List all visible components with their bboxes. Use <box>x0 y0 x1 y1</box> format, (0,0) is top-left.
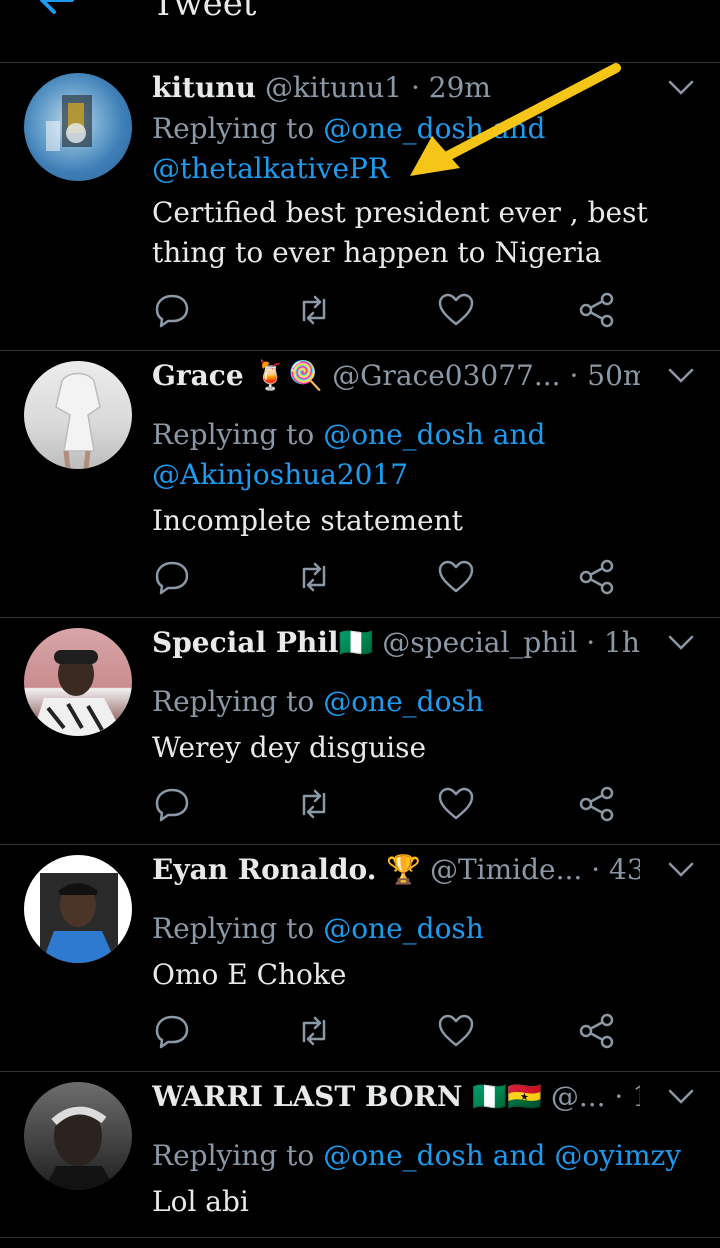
tweet-text-line: Certified best president ever , best <box>152 196 648 229</box>
replying-to: Replying to @one_dosh <box>152 909 484 949</box>
like-icon[interactable] <box>436 290 476 330</box>
timestamp: · 1h <box>614 1080 640 1113</box>
mention-link[interactable]: @one_dosh <box>323 912 484 945</box>
tweet-text: Incomplete statement <box>152 501 463 541</box>
display-name[interactable]: Special Phil🇳🇬 <box>152 626 373 659</box>
mention-link[interactable]: @one_dosh <box>323 685 484 718</box>
mention-conjunction: and <box>492 418 546 451</box>
tweet-item[interactable]: Grace 🍹🍭 @Grace03077... · 50m Replying t… <box>0 351 720 618</box>
tweet-header: WARRI LAST BORN 🇳🇬🇬🇭 @... · 1h <box>152 1080 640 1113</box>
avatar[interactable] <box>24 361 132 469</box>
tweet-text: Omo E Choke <box>152 955 346 995</box>
mention-link[interactable]: @one_dosh <box>323 418 484 451</box>
retweet-icon[interactable] <box>294 557 334 597</box>
share-icon[interactable] <box>577 1011 617 1051</box>
tweet-header: Special Phil🇳🇬 @special_phil · 1h <box>152 626 640 659</box>
display-name[interactable]: kitunu <box>152 71 256 104</box>
user-handle[interactable]: @special_phil <box>382 626 577 659</box>
replying-to: Replying to @one_dosh and @oyimzy <box>152 1136 681 1176</box>
tweet-item[interactable]: Eyan Ronaldo. 🏆 @Timide... · 43m Replyin… <box>0 845 720 1072</box>
replying-to: Replying to @one_dosh and @Akinjoshua201… <box>152 415 545 495</box>
top-bar: Tweet <box>0 0 720 63</box>
tweet-text-line: Lol abi <box>152 1185 249 1218</box>
like-icon[interactable] <box>436 1011 476 1051</box>
chevron-down-icon[interactable] <box>668 79 694 97</box>
replying-to-label: Replying to <box>152 912 315 945</box>
user-handle[interactable]: @... <box>551 1080 606 1113</box>
like-icon[interactable] <box>436 557 476 597</box>
chevron-down-icon[interactable] <box>668 367 694 385</box>
reply-icon[interactable] <box>152 784 192 824</box>
avatar[interactable] <box>24 855 132 963</box>
tweet-text-line: Omo E Choke <box>152 958 347 991</box>
replying-to-label: Replying to <box>152 418 315 451</box>
chevron-down-icon[interactable] <box>668 861 694 879</box>
share-icon[interactable] <box>577 290 617 330</box>
tweet-header: Grace 🍹🍭 @Grace03077... · 50m <box>152 359 640 392</box>
display-name[interactable]: Eyan Ronaldo. 🏆 <box>152 853 421 886</box>
display-name[interactable]: Grace 🍹🍭 <box>152 359 323 392</box>
display-name[interactable]: WARRI LAST BORN 🇳🇬🇬🇭 <box>152 1080 542 1113</box>
tweet-actions <box>152 290 622 330</box>
retweet-icon[interactable] <box>294 784 334 824</box>
timestamp: · 43m <box>591 853 640 886</box>
tweet-actions <box>152 784 622 824</box>
tweet-text-line: Werey dey disguise <box>152 731 427 764</box>
avatar[interactable] <box>24 628 132 736</box>
retweet-icon[interactable] <box>294 1011 334 1051</box>
mention-link[interactable]: @Akinjoshua2017 <box>152 458 408 491</box>
retweet-icon[interactable] <box>294 290 334 330</box>
user-handle[interactable]: @Timide... <box>430 853 582 886</box>
chevron-down-icon[interactable] <box>668 1088 694 1106</box>
mention-link[interactable]: @one_dosh <box>323 1139 484 1172</box>
mention-link[interactable]: @thetalkativePR <box>152 152 389 185</box>
replying-to-label: Replying to <box>152 1139 315 1172</box>
mention-link[interactable]: @oyimzy <box>554 1139 681 1172</box>
reply-icon[interactable] <box>152 557 192 597</box>
tweet-text-line: thing to ever happen to Nigeria <box>152 236 602 269</box>
share-icon[interactable] <box>577 784 617 824</box>
avatar[interactable] <box>24 73 132 181</box>
back-arrow-icon[interactable] <box>36 0 76 20</box>
tweet-actions <box>152 557 622 597</box>
tweet-header: Eyan Ronaldo. 🏆 @Timide... · 43m <box>152 853 640 886</box>
tweet-text-line: Incomplete statement <box>152 504 463 537</box>
mention-conjunction: and <box>492 1139 546 1172</box>
like-icon[interactable] <box>436 784 476 824</box>
reply-icon[interactable] <box>152 1011 192 1051</box>
tweet-text: Lol abi <box>152 1182 249 1222</box>
reply-icon[interactable] <box>152 290 192 330</box>
tweet-item[interactable]: Special Phil🇳🇬 @special_phil · 1h Replyi… <box>0 618 720 845</box>
user-handle[interactable]: @Grace03077... <box>332 359 560 392</box>
timestamp: · 1h <box>586 626 640 659</box>
tweet-actions <box>152 1011 622 1051</box>
replying-to-label: Replying to <box>152 112 315 145</box>
annotation-arrow <box>410 63 621 176</box>
user-handle[interactable]: @kitunu1 <box>265 71 402 104</box>
page-title: Tweet <box>152 0 257 24</box>
tweet-text: Certified best president ever , best thi… <box>152 193 648 273</box>
chevron-down-icon[interactable] <box>668 634 694 652</box>
share-icon[interactable] <box>577 557 617 597</box>
tweet-item[interactable]: WARRI LAST BORN 🇳🇬🇬🇭 @... · 1h Replying … <box>0 1072 720 1238</box>
avatar[interactable] <box>24 1082 132 1190</box>
replying-to: Replying to @one_dosh <box>152 682 484 722</box>
tweet-text: Werey dey disguise <box>152 728 426 768</box>
timestamp: · 50m <box>569 359 640 392</box>
replying-to-label: Replying to <box>152 685 315 718</box>
